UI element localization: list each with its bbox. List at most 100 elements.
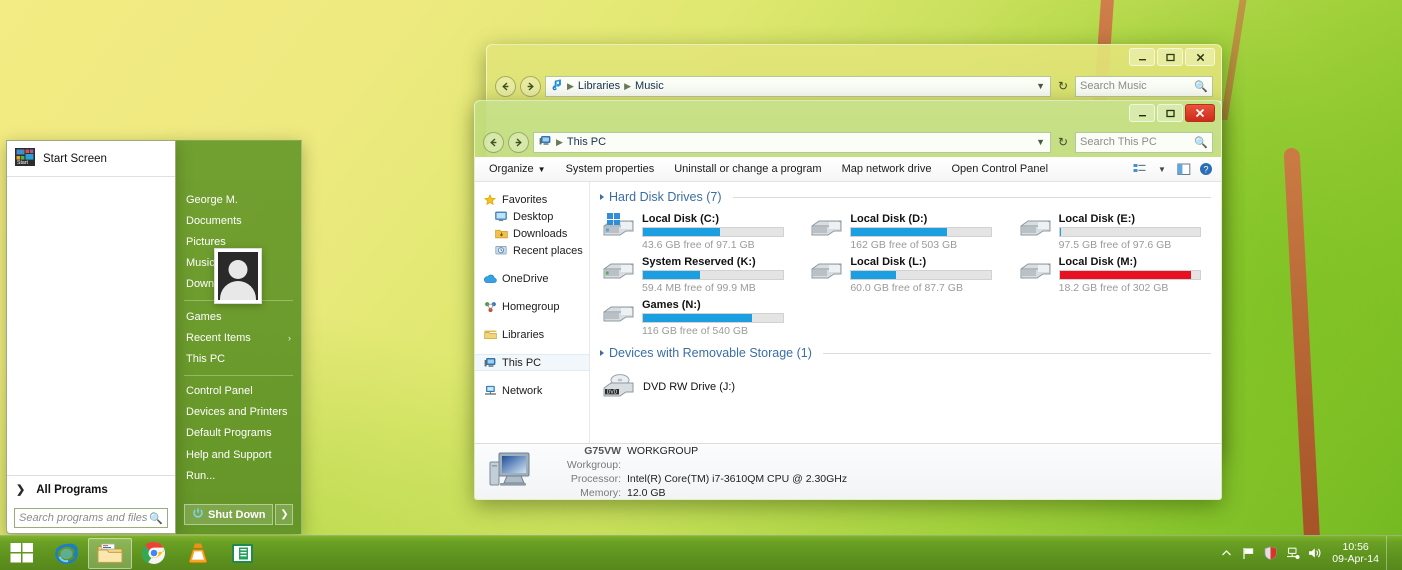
close-icon[interactable] xyxy=(1185,48,1215,66)
network-icon xyxy=(483,384,497,398)
this-pc-toolbar[interactable]: Organize ▼ System properties Uninstall o… xyxy=(475,157,1221,182)
start-menu-right-pane[interactable]: George M. Documents Pictures Music Downl… xyxy=(176,140,302,534)
maximize-icon[interactable] xyxy=(1157,48,1183,66)
shutdown-area[interactable]: Shut Down ❯ xyxy=(184,504,293,525)
start-item-recent-items[interactable]: Recent Items › xyxy=(176,327,301,348)
sidebar-item-libraries[interactable]: Libraries xyxy=(475,326,589,343)
start-item-default-programs[interactable]: Default Programs xyxy=(176,423,301,444)
taskbar-clock[interactable]: 10:56 09-Apr-14 xyxy=(1329,541,1379,565)
taskbar-button-office-store[interactable] xyxy=(220,537,264,570)
breadcrumb-music[interactable]: Music xyxy=(635,80,664,92)
removable-device-item[interactable]: DVD DVD RW Drive (J:) xyxy=(600,372,1211,402)
sidebar-item-desktop[interactable]: Desktop xyxy=(475,208,589,225)
volume-icon[interactable] xyxy=(1307,546,1322,561)
shutdown-options-arrow[interactable]: ❯ xyxy=(275,504,293,525)
music-window-titlebar[interactable] xyxy=(487,45,1221,71)
collapse-triangle-icon[interactable] xyxy=(600,350,604,356)
start-item-control-panel[interactable]: Control Panel xyxy=(176,381,301,402)
taskbar[interactable]: 10:56 09-Apr-14 xyxy=(0,535,1402,570)
start-item-devices-and-printers[interactable]: Devices and Printers xyxy=(176,402,301,423)
drive-item[interactable]: Local Disk (M:) 18.2 GB free of 302 GB xyxy=(1017,253,1211,294)
taskbar-button-file-explorer[interactable] xyxy=(88,538,132,569)
back-button[interactable] xyxy=(495,76,516,97)
drive-usage-meter xyxy=(850,270,992,280)
refresh-icon[interactable]: ↻ xyxy=(1055,79,1071,93)
this-pc-address-bar[interactable]: ▶ This PC ▼ ↻ Search This PC 🔍 xyxy=(475,127,1221,157)
avatar[interactable] xyxy=(214,248,262,304)
preview-pane-icon[interactable] xyxy=(1173,159,1195,179)
start-button[interactable] xyxy=(0,536,44,570)
minimize-icon[interactable] xyxy=(1129,48,1155,66)
taskbar-button-internet-explorer[interactable] xyxy=(44,537,88,570)
back-button[interactable] xyxy=(483,132,504,153)
forward-button[interactable] xyxy=(508,132,529,153)
drive-item[interactable]: Games (N:) 116 GB free of 540 GB xyxy=(600,296,794,337)
drive-item[interactable]: Local Disk (E:) 97.5 GB free of 97.6 GB xyxy=(1017,210,1211,251)
start-item-help-and-support[interactable]: Help and Support xyxy=(176,444,301,465)
drive-item[interactable]: Local Disk (D:) 162 GB free of 503 GB xyxy=(808,210,1002,251)
map-network-drive-button[interactable]: Map network drive xyxy=(832,159,942,180)
sidebar-item-homegroup[interactable]: Homegroup xyxy=(475,298,589,315)
taskbar-button-google-chrome[interactable] xyxy=(132,537,176,570)
this-pc-explorer-window[interactable]: ▶ This PC ▼ ↻ Search This PC 🔍 Organize … xyxy=(474,100,1222,500)
view-options-icon[interactable] xyxy=(1129,159,1151,179)
sidebar-item-favorites[interactable]: Favorites xyxy=(475,191,589,208)
show-desktop-button[interactable] xyxy=(1386,536,1394,570)
start-item-run[interactable]: Run... xyxy=(176,465,301,486)
this-pc-titlebar[interactable] xyxy=(475,101,1221,127)
network-tray-icon[interactable] xyxy=(1285,546,1300,561)
refresh-icon[interactable]: ↻ xyxy=(1055,135,1071,149)
this-pc-caption-buttons[interactable] xyxy=(1129,104,1215,122)
sidebar-item-downloads[interactable]: Downloads xyxy=(475,225,589,242)
search-input[interactable]: Search programs and files 🔍 xyxy=(14,508,168,528)
music-breadcrumb[interactable]: ▶ Libraries ▶ Music ▼ xyxy=(545,76,1051,97)
sidebar-item-this-pc[interactable]: This PC xyxy=(475,354,589,371)
shutdown-button[interactable]: Shut Down xyxy=(184,504,273,525)
music-search-input[interactable]: Search Music 🔍 xyxy=(1075,76,1213,97)
sidebar-item-recent-places[interactable]: Recent places xyxy=(475,242,589,259)
taskbar-button-vlc-media-player[interactable] xyxy=(176,537,220,570)
start-item-games[interactable]: Games xyxy=(176,306,301,327)
minimize-icon[interactable] xyxy=(1129,104,1155,122)
this-pc-breadcrumb[interactable]: ▶ This PC ▼ xyxy=(533,132,1051,153)
chevron-down-icon[interactable]: ▼ xyxy=(1036,137,1045,147)
start-menu[interactable]: George M. Documents Pictures Music Downl… xyxy=(0,140,302,534)
forward-button[interactable] xyxy=(520,76,541,97)
start-item-user[interactable]: George M. xyxy=(176,189,301,210)
system-properties-button[interactable]: System properties xyxy=(556,159,665,180)
removable-storage-group-header[interactable]: Devices with Removable Storage (1) xyxy=(600,346,1211,360)
organize-button[interactable]: Organize ▼ xyxy=(479,159,556,180)
antivirus-shield-icon[interactable] xyxy=(1263,546,1278,561)
navigation-pane[interactable]: Favorites Desktop Downloads xyxy=(475,182,590,443)
music-caption-buttons[interactable] xyxy=(1129,48,1215,66)
start-item-this-pc[interactable]: This PC xyxy=(176,348,301,369)
drive-item[interactable]: Local Disk (L:) 60.0 GB free of 87.7 GB xyxy=(808,253,1002,294)
breadcrumb-libraries[interactable]: Libraries xyxy=(578,80,620,92)
this-pc-search-input[interactable]: Search This PC 🔍 xyxy=(1075,132,1213,153)
system-tray[interactable]: 10:56 09-Apr-14 xyxy=(1219,536,1402,570)
sidebar-item-network[interactable]: Network xyxy=(475,382,589,399)
drive-item[interactable]: System Reserved (K:) 59.4 MB free of 99.… xyxy=(600,253,794,294)
collapse-triangle-icon[interactable] xyxy=(600,194,604,200)
help-icon[interactable]: ? xyxy=(1195,159,1217,179)
start-menu-left-pane[interactable]: Start Start Screen ❯ All Programs Search… xyxy=(6,140,176,534)
flag-action-center-icon[interactable] xyxy=(1241,546,1256,561)
music-address-bar[interactable]: ▶ Libraries ▶ Music ▼ ↻ Search Music 🔍 xyxy=(487,71,1221,101)
start-item-documents[interactable]: Documents xyxy=(176,210,301,231)
hard-disk-drives-group-header[interactable]: Hard Disk Drives (7) xyxy=(600,190,1211,204)
chevron-down-icon[interactable]: ▼ xyxy=(1036,81,1045,91)
close-icon[interactable] xyxy=(1185,104,1215,122)
open-control-panel-button[interactable]: Open Control Panel xyxy=(941,159,1058,180)
drive-item[interactable]: Local Disk (C:) 43.6 GB free of 97.1 GB xyxy=(600,210,794,251)
view-options-caret-icon[interactable]: ▼ xyxy=(1151,159,1173,179)
show-hidden-icons-icon[interactable] xyxy=(1219,546,1234,561)
uninstall-program-button[interactable]: Uninstall or change a program xyxy=(664,159,831,180)
group-rule xyxy=(733,197,1211,198)
all-programs-button[interactable]: ❯ All Programs xyxy=(7,475,175,503)
start-pinned-item-start-screen[interactable]: Start Start Screen xyxy=(7,141,175,177)
breadcrumb-this-pc[interactable]: This PC xyxy=(567,136,606,148)
drive-usage-meter xyxy=(1059,270,1201,280)
maximize-icon[interactable] xyxy=(1157,104,1183,122)
sidebar-item-onedrive[interactable]: OneDrive xyxy=(475,270,589,287)
desktop-icon xyxy=(494,210,508,224)
